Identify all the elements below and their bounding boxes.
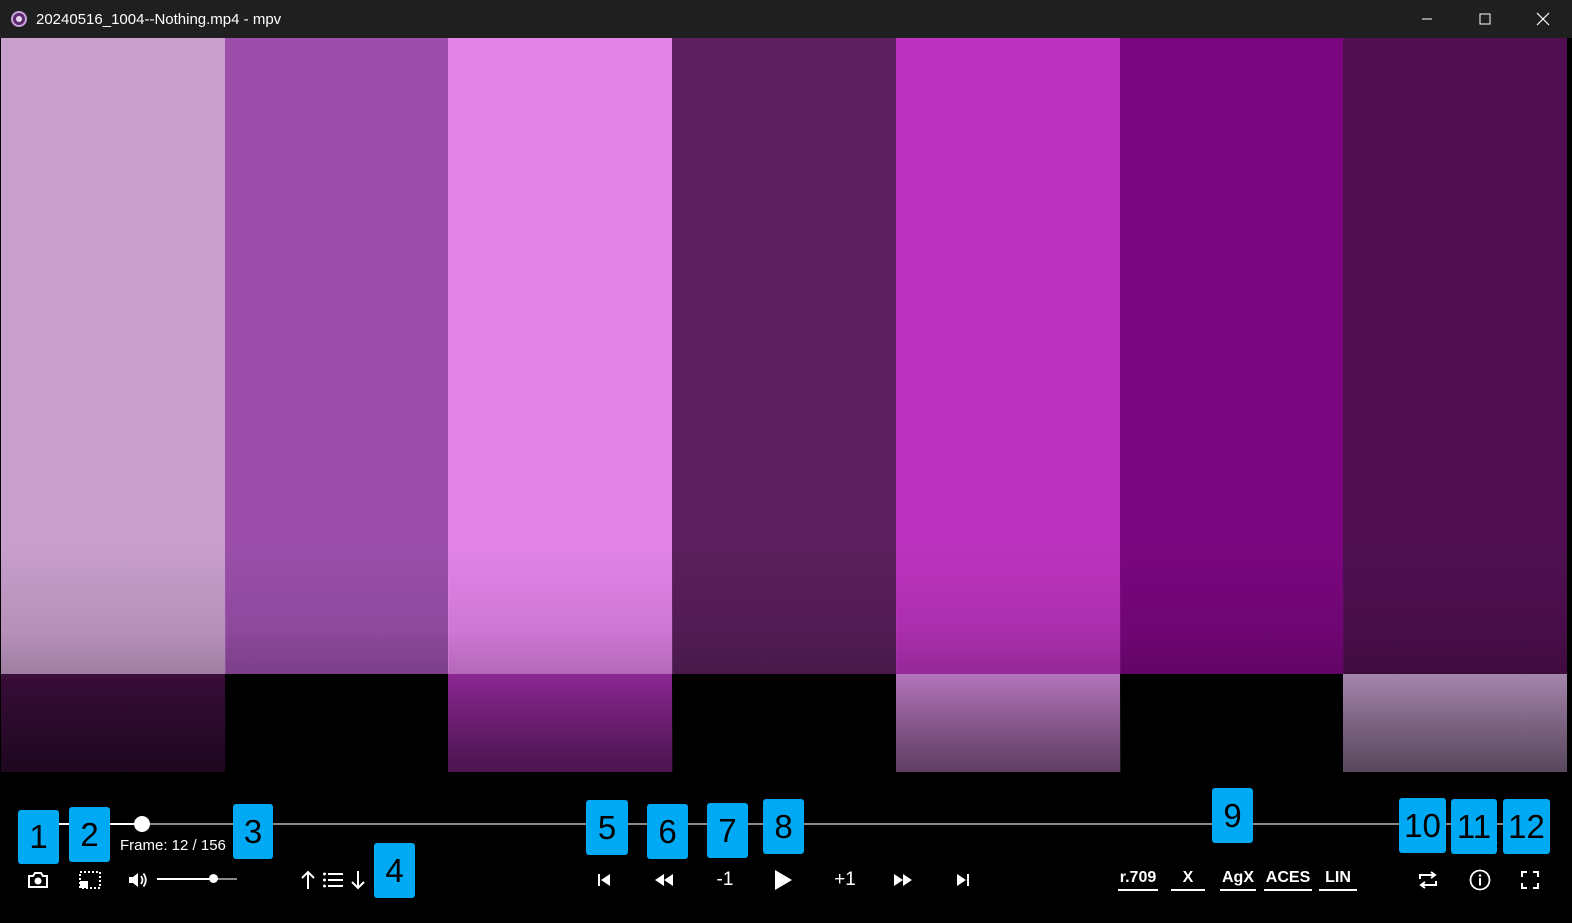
annotation-badge-1: 1 — [18, 810, 59, 864]
frame-counter: Frame: 12 / 156 — [120, 837, 226, 854]
play-icon — [775, 870, 792, 890]
annotation-badge-7: 7 — [707, 803, 748, 858]
close-icon — [1536, 12, 1550, 26]
arrow-down-icon — [351, 871, 365, 890]
playlist-prev-button[interactable] — [298, 865, 318, 895]
speaker-icon — [129, 872, 147, 888]
color-bar-top-2 — [224, 38, 450, 674]
fast-forward-icon — [894, 874, 912, 886]
color-bar-bottom-5 — [895, 674, 1121, 772]
annotation-badge-6: 6 — [647, 804, 688, 859]
rewind-button[interactable] — [650, 865, 678, 895]
tonemap-lin-button[interactable]: LIN — [1316, 865, 1360, 895]
loop-button[interactable] — [1414, 865, 1442, 895]
color-bar-bottom-7 — [1343, 674, 1567, 772]
color-bar-top-6 — [1119, 38, 1345, 674]
window-controls — [1398, 0, 1572, 38]
tonemap-aces-button[interactable]: ACES — [1263, 865, 1313, 895]
annotation-badge-8: 8 — [763, 799, 804, 854]
color-bar-top-3 — [448, 38, 674, 674]
seekbar-handle[interactable] — [134, 816, 151, 832]
annotation-badge-3: 3 — [233, 804, 273, 859]
playlist-button[interactable] — [321, 865, 345, 895]
play-button[interactable] — [768, 865, 798, 895]
tonemap-x-label: X — [1170, 869, 1206, 891]
minimize-button[interactable] — [1398, 0, 1456, 38]
frame-forward-button[interactable]: +1 — [826, 865, 864, 895]
info-button[interactable] — [1466, 865, 1494, 895]
tonemap-x-button[interactable]: X — [1167, 865, 1209, 895]
skip-to-end-icon — [957, 874, 969, 886]
color-bar-bottom-2 — [224, 674, 450, 772]
close-button[interactable] — [1514, 0, 1572, 38]
playlist-next-button[interactable] — [348, 865, 368, 895]
mpv-logo-icon — [11, 11, 27, 27]
color-bar-bottom-3 — [448, 674, 674, 772]
color-bar-bottom-4 — [672, 674, 897, 772]
rewind-icon — [655, 874, 673, 886]
crop-button[interactable] — [76, 865, 104, 895]
tonemap-lin-label: LIN — [1319, 869, 1357, 891]
annotation-badge-2: 2 — [69, 807, 110, 862]
minimize-icon — [1422, 18, 1432, 20]
first-frame-button[interactable] — [592, 865, 616, 895]
last-frame-button[interactable] — [951, 865, 975, 895]
tonemap-agx-button[interactable]: AgX — [1216, 865, 1260, 895]
volume-button[interactable] — [124, 865, 152, 895]
window-title: 20240516_1004--Nothing.mp4 - mpv — [36, 10, 282, 28]
screenshot-button[interactable] — [24, 865, 52, 895]
title-bar: 20240516_1004--Nothing.mp4 - mpv — [0, 0, 1572, 38]
maximize-icon — [1479, 13, 1491, 25]
list-icon — [323, 872, 343, 888]
color-bar-top-4 — [672, 38, 897, 674]
tonemap-aces-label: ACES — [1263, 869, 1313, 891]
annotation-badge-4: 4 — [374, 843, 415, 898]
loop-icon — [1419, 871, 1437, 889]
annotation-badge-12: 12 — [1503, 799, 1550, 854]
skip-to-start-icon — [598, 874, 610, 886]
maximize-button[interactable] — [1456, 0, 1514, 38]
annotation-badge-5: 5 — [586, 800, 628, 855]
color-bar-top-7 — [1343, 38, 1567, 674]
color-bar-top-1 — [1, 38, 226, 674]
color-bar-top-5 — [895, 38, 1121, 674]
volume-level — [157, 878, 213, 880]
annotation-badge-10: 10 — [1399, 798, 1446, 853]
color-bar-bottom-1 — [1, 674, 226, 772]
annotation-badge-11: 11 — [1451, 799, 1497, 854]
annotation-badge-9: 9 — [1212, 788, 1253, 843]
color-bar-bottom-6 — [1119, 674, 1345, 772]
fullscreen-icon — [1521, 871, 1539, 889]
tonemap-rec709-button[interactable]: r.709 — [1116, 865, 1160, 895]
arrow-up-icon — [301, 870, 315, 889]
tonemap-agx-label: AgX — [1220, 869, 1256, 891]
crop-icon — [79, 871, 101, 889]
fullscreen-button[interactable] — [1516, 865, 1544, 895]
info-icon — [1469, 869, 1491, 891]
tonemap-rec709-label: r.709 — [1117, 869, 1159, 891]
frame-back-button[interactable]: -1 — [708, 865, 742, 895]
fast-forward-button[interactable] — [889, 865, 917, 895]
volume-handle[interactable] — [208, 874, 218, 883]
camera-icon — [28, 872, 48, 888]
